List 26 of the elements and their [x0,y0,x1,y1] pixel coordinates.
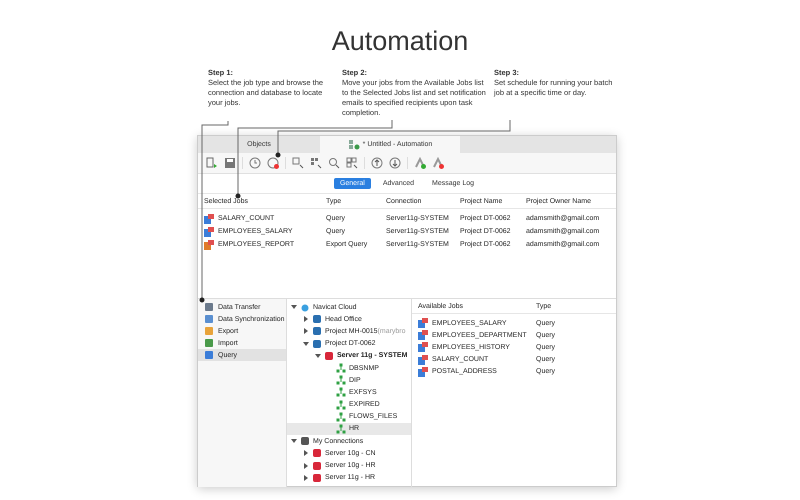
clock-icon[interactable] [249,157,261,169]
cloud-icon [300,302,310,312]
query-file-icon [418,318,428,328]
query-file-icon [204,240,214,250]
query-file-icon [418,354,428,365]
save-icon[interactable] [224,157,236,169]
query-file-icon [418,366,428,377]
page-title: Automation [330,25,470,56]
query-file-icon [204,226,214,236]
server-icon [312,472,322,483]
move-up-icon[interactable] [371,157,383,169]
schema-icon [336,412,346,422]
schema-icon [336,387,346,398]
server-icon [324,350,334,361]
schema-icon [336,424,346,434]
move-down-icon[interactable] [389,157,401,169]
query-file-icon [418,342,428,352]
schema-icon [336,375,346,386]
query-file-icon [418,330,428,340]
server-icon [312,448,322,458]
search-icon[interactable] [328,157,340,169]
query-file-icon [204,214,214,224]
new-job-icon[interactable] [206,157,218,169]
schema-icon [336,363,346,374]
schema-icon [336,400,346,410]
server-icon [312,460,322,471]
